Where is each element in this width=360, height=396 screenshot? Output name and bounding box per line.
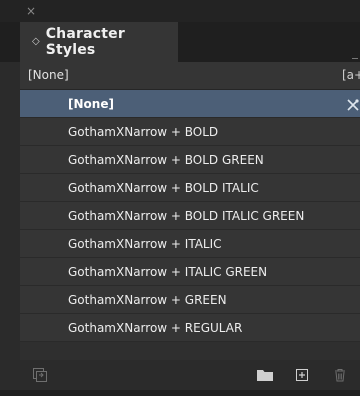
style-row-label: GothamXNarrow + BOLD GREEN [68, 153, 264, 167]
style-row[interactable]: [None] [20, 90, 360, 118]
style-row[interactable]: GothamXNarrow + ITALIC [20, 230, 360, 258]
panel-tabbar: ◇ Character Styles [0, 22, 360, 68]
style-row-label: GothamXNarrow + BOLD [68, 125, 219, 139]
tab-label: Character Styles [45, 26, 125, 58]
style-row[interactable]: GothamXNarrow + BOLD ITALIC [20, 174, 360, 202]
style-row[interactable]: GothamXNarrow + GREEN [20, 286, 360, 314]
style-row-label: GothamXNarrow + ITALIC GREEN [68, 265, 268, 279]
current-style-label: [None] [28, 68, 69, 82]
tab-character-styles[interactable]: ◇ Character Styles [20, 22, 178, 62]
style-row[interactable]: GothamXNarrow + REGULAR [20, 314, 360, 342]
quick-apply-button[interactable]: [a+] [342, 68, 360, 82]
style-row-label: GothamXNarrow + GREEN [68, 293, 227, 307]
delete-icon[interactable] [332, 367, 348, 387]
panel-resize-strip[interactable] [0, 390, 360, 396]
style-row-label: GothamXNarrow + REGULAR [68, 321, 243, 335]
current-style-bar: [None] [a+] [20, 62, 360, 90]
style-list: [None] GothamXNarrow + BOLD GothamXNarrow … [20, 90, 360, 342]
clear-overrides-icon[interactable] [346, 97, 360, 116]
character-styles-panel: × ◇ Character Styles [None] [a+] [None] G… [0, 0, 360, 396]
left-gutter [0, 62, 20, 390]
style-row-label: GothamXNarrow + ITALIC [68, 237, 222, 251]
new-group-folder-icon[interactable] [256, 367, 274, 387]
style-row[interactable]: GothamXNarrow + ITALIC GREEN [20, 258, 360, 286]
close-icon[interactable]: × [26, 4, 36, 18]
panel-footer [20, 360, 360, 390]
load-styles-icon[interactable] [32, 367, 48, 387]
style-row-label: [None] [68, 97, 114, 111]
style-row[interactable]: GothamXNarrow + BOLD [20, 118, 360, 146]
panel-titlebar: × [0, 0, 360, 22]
style-row[interactable]: GothamXNarrow + BOLD ITALIC GREEN [20, 202, 360, 230]
style-row-label: GothamXNarrow + BOLD ITALIC [68, 181, 259, 195]
sort-arrows-icon: ◇ [32, 36, 40, 47]
style-row[interactable]: GothamXNarrow + BOLD GREEN [20, 146, 360, 174]
new-style-icon[interactable] [294, 367, 310, 387]
style-row-label: GothamXNarrow + BOLD ITALIC GREEN [68, 209, 305, 223]
